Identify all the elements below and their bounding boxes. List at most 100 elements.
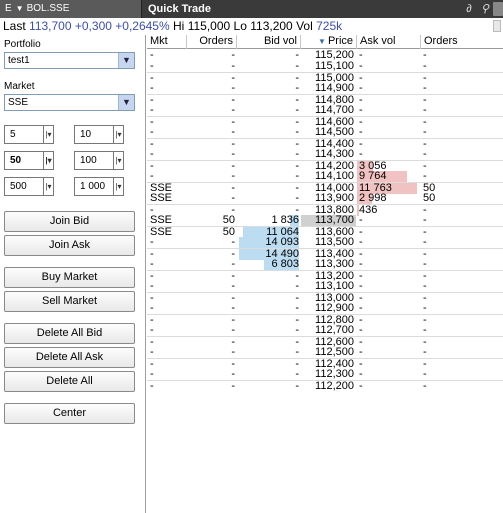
cell-price[interactable]: 113,700 — [302, 215, 354, 226]
cell-bid-orders[interactable]: - — [187, 171, 235, 182]
cell-ask-volume[interactable]: - — [359, 347, 419, 358]
cell-market[interactable]: SSE — [150, 193, 190, 204]
delete-all-button[interactable]: Delete All — [4, 371, 135, 392]
cell-price[interactable]: 112,300 — [302, 369, 354, 380]
cell-ask-orders[interactable]: - — [423, 347, 473, 358]
cell-price[interactable]: 114,100 — [302, 171, 354, 182]
ladder-row[interactable]: - - -112,700- - — [147, 325, 503, 336]
cell-ask-orders[interactable]: - — [423, 149, 473, 160]
market-select[interactable]: SSE ▼ — [4, 94, 135, 111]
cell-bid-volume[interactable]: - — [239, 347, 299, 358]
summary-scroll-handle[interactable] — [493, 20, 501, 32]
column-header-price[interactable]: ▼ Price — [301, 35, 357, 49]
cell-price[interactable]: 113,500 — [302, 237, 354, 248]
cell-bid-volume[interactable]: - — [239, 149, 299, 160]
quantity-preset[interactable]: 500 |▾ — [4, 177, 54, 196]
link-icon[interactable]: ∂ — [462, 2, 476, 16]
cell-bid-volume[interactable]: 6 803 — [239, 259, 299, 270]
join-ask-button[interactable]: Join Ask — [4, 235, 135, 256]
cell-ask-volume[interactable]: - — [359, 259, 419, 270]
caret-down-icon[interactable]: |▾ — [43, 152, 53, 169]
column-header-ask-vol[interactable]: Ask vol — [357, 35, 421, 49]
cell-bid-orders[interactable]: - — [187, 325, 235, 336]
cell-market[interactable]: - — [150, 83, 190, 94]
quantity-preset[interactable]: 10 |▾ — [74, 125, 124, 144]
cell-market[interactable]: - — [150, 50, 190, 61]
cell-bid-volume[interactable]: - — [239, 50, 299, 61]
cell-market[interactable]: - — [150, 127, 190, 138]
cell-bid-volume[interactable]: 14 093 — [239, 237, 299, 248]
caret-down-icon[interactable]: |▾ — [43, 178, 53, 195]
column-header-orders[interactable]: Orders — [187, 35, 237, 49]
cell-bid-orders[interactable]: 50 — [187, 215, 235, 226]
join-bid-button[interactable]: Join Bid — [4, 211, 135, 232]
cell-bid-volume[interactable]: - — [239, 171, 299, 182]
instrument-selector[interactable]: E ▼ BOL.SSE — [0, 0, 142, 18]
ladder-row[interactable]: - - -114,500- - — [147, 127, 503, 138]
cell-ask-orders[interactable]: - — [423, 127, 473, 138]
cell-ask-orders[interactable]: - — [423, 303, 473, 314]
cell-ask-orders[interactable]: - — [423, 105, 473, 116]
cell-bid-volume[interactable]: - — [239, 127, 299, 138]
cell-bid-orders[interactable]: - — [187, 259, 235, 270]
cell-ask-volume[interactable]: - — [359, 105, 419, 116]
ladder-row[interactable]: SSE 50 1 836 113,700- - — [147, 215, 503, 226]
cell-ask-orders[interactable]: - — [423, 50, 473, 61]
ladder-row[interactable]: - - -112,300- - — [147, 369, 503, 380]
cell-ask-volume[interactable]: - — [359, 83, 419, 94]
cell-price[interactable]: 114,700 — [302, 105, 354, 116]
quantity-preset[interactable]: 5 |▾ — [4, 125, 54, 144]
cell-price[interactable]: 114,900 — [302, 83, 354, 94]
ladder-row[interactable]: - - -112,500- - — [147, 347, 503, 358]
cell-bid-volume[interactable]: 1 836 — [239, 215, 299, 226]
cell-bid-orders[interactable]: - — [187, 50, 235, 61]
cell-price[interactable]: 115,100 — [302, 61, 354, 72]
cell-market[interactable]: - — [150, 303, 190, 314]
cell-bid-orders[interactable]: - — [187, 381, 235, 392]
cell-ask-volume[interactable]: - — [359, 369, 419, 380]
cell-ask-orders[interactable]: - — [423, 215, 473, 226]
cell-ask-volume[interactable]: - — [359, 50, 419, 61]
center-button[interactable]: Center — [4, 403, 135, 424]
cell-bid-orders[interactable]: - — [187, 237, 235, 248]
cell-bid-orders[interactable]: - — [187, 105, 235, 116]
column-header-ask-orders[interactable]: Orders — [421, 35, 503, 49]
cell-bid-orders[interactable]: - — [187, 303, 235, 314]
cell-market[interactable]: SSE — [150, 215, 190, 226]
cell-price[interactable]: 114,500 — [302, 127, 354, 138]
cell-price[interactable]: 112,900 — [302, 303, 354, 314]
ladder-row[interactable]: - - -114,700- - — [147, 105, 503, 116]
column-header-bid-vol[interactable]: Bid vol — [237, 35, 301, 49]
cell-ask-volume[interactable]: - — [359, 325, 419, 336]
cell-ask-orders[interactable]: - — [423, 325, 473, 336]
cell-ask-volume[interactable]: - — [359, 237, 419, 248]
cell-bid-orders[interactable]: - — [187, 149, 235, 160]
cell-price[interactable]: 112,700 — [302, 325, 354, 336]
cell-bid-orders[interactable]: - — [187, 193, 235, 204]
scroll-arrow-icon[interactable] — [493, 2, 503, 16]
ladder-row[interactable]: - - -112,900- - — [147, 303, 503, 314]
cell-price[interactable]: 113,300 — [302, 259, 354, 270]
cell-ask-volume[interactable]: - — [359, 381, 419, 392]
cell-bid-orders[interactable]: - — [187, 347, 235, 358]
ladder-row[interactable]: - - -114,100 9 764- — [147, 171, 503, 182]
quantity-preset[interactable]: 1 000 |▾ — [74, 177, 124, 196]
cell-ask-orders[interactable]: 50 — [423, 193, 473, 204]
cell-price[interactable]: 114,300 — [302, 149, 354, 160]
cell-market[interactable]: - — [150, 61, 190, 72]
pin-icon[interactable]: ⚲ — [478, 2, 492, 16]
cell-ask-orders[interactable]: - — [423, 171, 473, 182]
ladder-row[interactable]: - - -114,300- - — [147, 149, 503, 160]
cell-price[interactable]: 112,500 — [302, 347, 354, 358]
cell-ask-volume[interactable]: 2 998 — [359, 193, 419, 204]
caret-down-icon[interactable]: |▾ — [43, 126, 53, 143]
cell-market[interactable]: - — [150, 369, 190, 380]
cell-bid-volume[interactable]: - — [239, 61, 299, 72]
cell-bid-volume[interactable]: - — [239, 369, 299, 380]
cell-ask-orders[interactable]: - — [423, 369, 473, 380]
cell-price[interactable]: 113,900 — [302, 193, 354, 204]
caret-down-icon[interactable]: |▾ — [113, 178, 123, 195]
cell-ask-volume[interactable]: - — [359, 127, 419, 138]
cell-bid-volume[interactable]: - — [239, 281, 299, 292]
caret-down-icon[interactable]: |▾ — [113, 126, 123, 143]
